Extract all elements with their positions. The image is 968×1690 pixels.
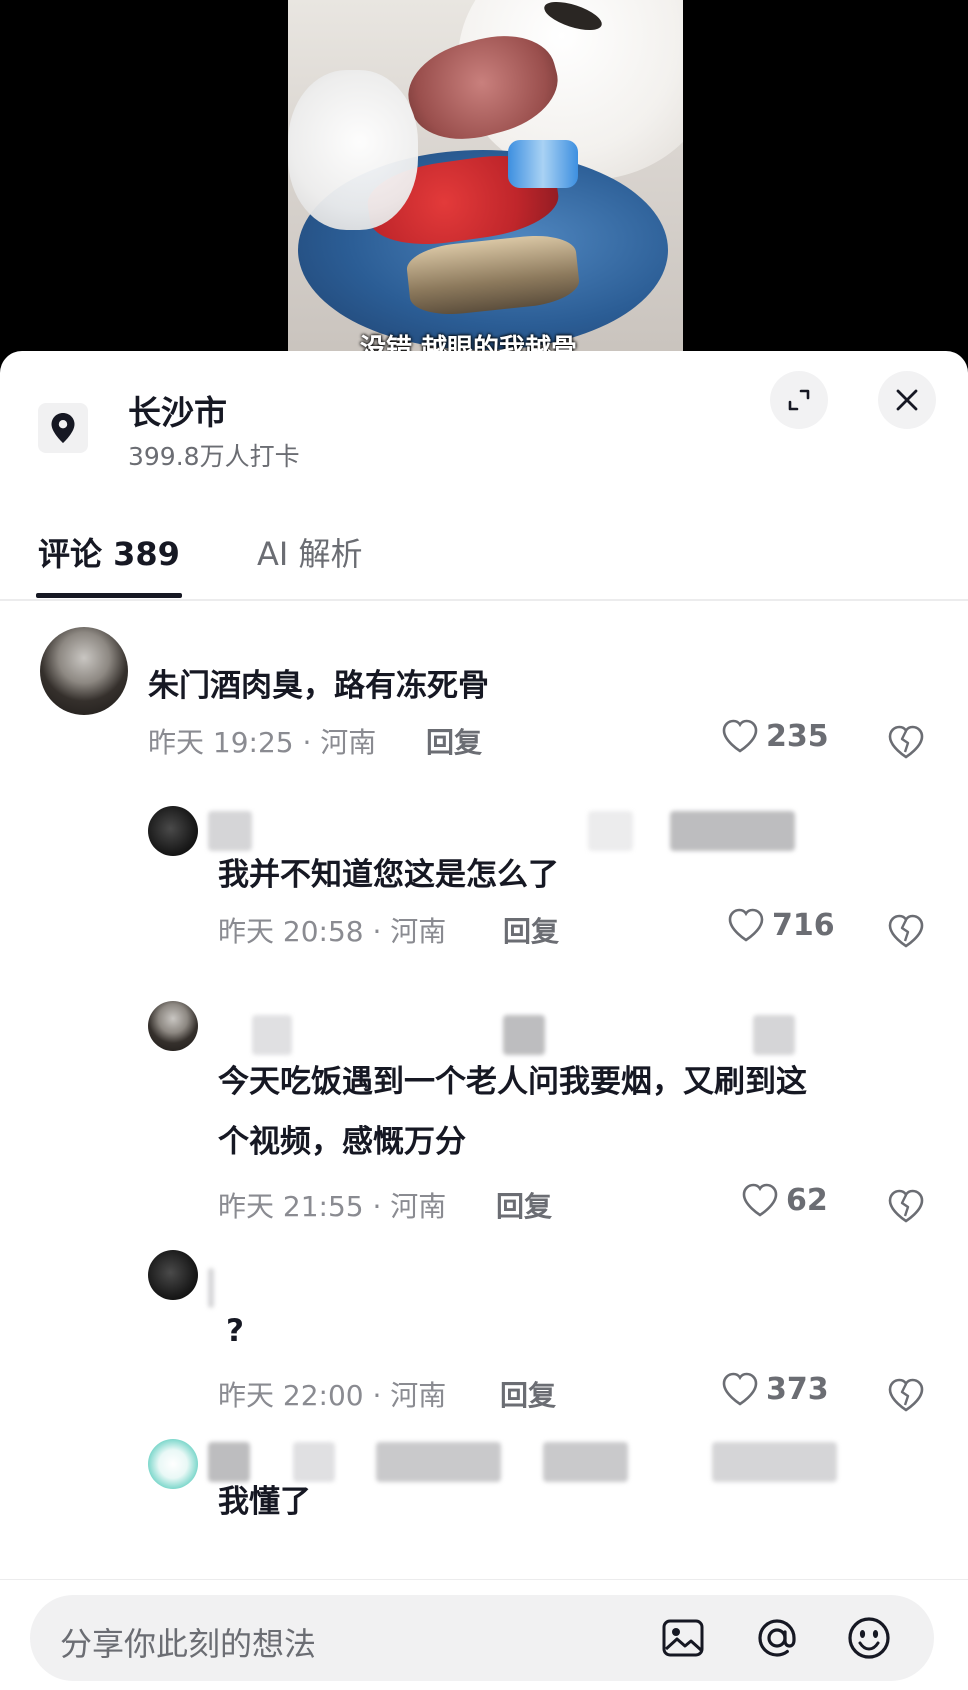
avatar[interactable]	[148, 1439, 198, 1489]
comment-text: 朱门酒肉臭，路有冻死骨	[148, 668, 489, 704]
like-count: 373	[766, 1371, 829, 1407]
reply-button[interactable]: 回复	[496, 1185, 552, 1225]
tab-ai-analysis[interactable]: AI 解析	[257, 529, 363, 575]
comment-text-line: 今天吃饭遇到一个老人问我要烟，又刷到这	[218, 1064, 807, 1100]
emoji-button[interactable]	[844, 1613, 894, 1663]
tab-comments[interactable]: 评论 389	[38, 529, 180, 575]
comment-text: 我并不知道您这是怎么了	[218, 857, 559, 893]
heart-icon	[742, 1183, 778, 1217]
close-icon	[896, 389, 918, 411]
active-tab-indicator	[36, 593, 182, 598]
location-pin-icon	[38, 403, 88, 453]
video-thumbnail: 没错 越眼的我越骨	[288, 0, 683, 360]
expand-button[interactable]	[770, 371, 828, 429]
like-count: 716	[772, 907, 835, 943]
comment-meta: 昨天 22:00 · 河南	[218, 1379, 447, 1412]
username-redacted	[208, 1015, 848, 1055]
avatar[interactable]	[148, 806, 198, 856]
like-count: 235	[766, 718, 829, 754]
broken-heart-icon	[888, 725, 924, 759]
comment-input[interactable]: 分享你此刻的想法	[30, 1595, 934, 1681]
heart-icon	[722, 719, 758, 753]
reply-button[interactable]: 回复	[426, 721, 482, 761]
username-redacted	[208, 811, 808, 851]
like-button[interactable]: 373	[720, 1370, 829, 1408]
dislike-button[interactable]	[884, 1184, 928, 1228]
username-redacted	[208, 1268, 768, 1308]
avatar[interactable]	[148, 1001, 198, 1051]
image-button[interactable]	[658, 1613, 708, 1663]
dislike-button[interactable]	[884, 1373, 928, 1417]
hand-image	[288, 70, 418, 230]
location-header[interactable]: 长沙市 399.8万人打卡	[0, 351, 968, 481]
comment-text: 我懂了	[218, 1484, 311, 1520]
dislike-button[interactable]	[884, 909, 928, 953]
like-button[interactable]: 62	[740, 1181, 828, 1219]
comment-meta: 昨天 19:25 · 河南	[148, 726, 377, 759]
close-button[interactable]	[878, 371, 936, 429]
comment-text: ?	[226, 1313, 244, 1349]
dislike-button[interactable]	[884, 720, 928, 764]
video-player[interactable]: 没错 越眼的我越骨	[0, 0, 968, 380]
expand-icon	[788, 389, 810, 411]
input-placeholder: 分享你此刻的想法	[60, 1625, 317, 1663]
like-count: 62	[786, 1182, 828, 1218]
at-icon	[758, 1619, 796, 1657]
reply-button[interactable]: 回复	[500, 1374, 556, 1414]
broken-heart-icon	[888, 1378, 924, 1412]
reply-button[interactable]: 回复	[503, 910, 559, 950]
broken-heart-icon	[888, 1189, 924, 1223]
avatar[interactable]	[40, 627, 128, 715]
location-checkins: 399.8万人打卡	[128, 442, 300, 471]
location-title: 长沙市	[128, 393, 227, 432]
broken-heart-icon	[888, 914, 924, 948]
comment-text-line: 个视频，感慨万分	[218, 1124, 466, 1160]
comment-input-bar: 分享你此刻的想法	[0, 1579, 968, 1690]
comments-sheet: 长沙市 399.8万人打卡 评论 389 AI 解析 朱门酒肉臭，路有冻死骨 昨…	[0, 351, 968, 1690]
image-icon	[662, 1619, 704, 1657]
heart-icon	[722, 1372, 758, 1406]
mention-button[interactable]	[752, 1613, 802, 1663]
heart-icon	[728, 908, 764, 942]
comment-meta: 昨天 20:58 · 河南	[218, 915, 447, 948]
comment-meta: 昨天 21:55 · 河南	[218, 1190, 447, 1223]
tab-bar: 评论 389 AI 解析	[0, 501, 968, 601]
emoji-icon	[848, 1617, 890, 1659]
avatar[interactable]	[148, 1250, 198, 1300]
like-button[interactable]: 716	[726, 906, 835, 944]
like-button[interactable]: 235	[720, 717, 829, 755]
